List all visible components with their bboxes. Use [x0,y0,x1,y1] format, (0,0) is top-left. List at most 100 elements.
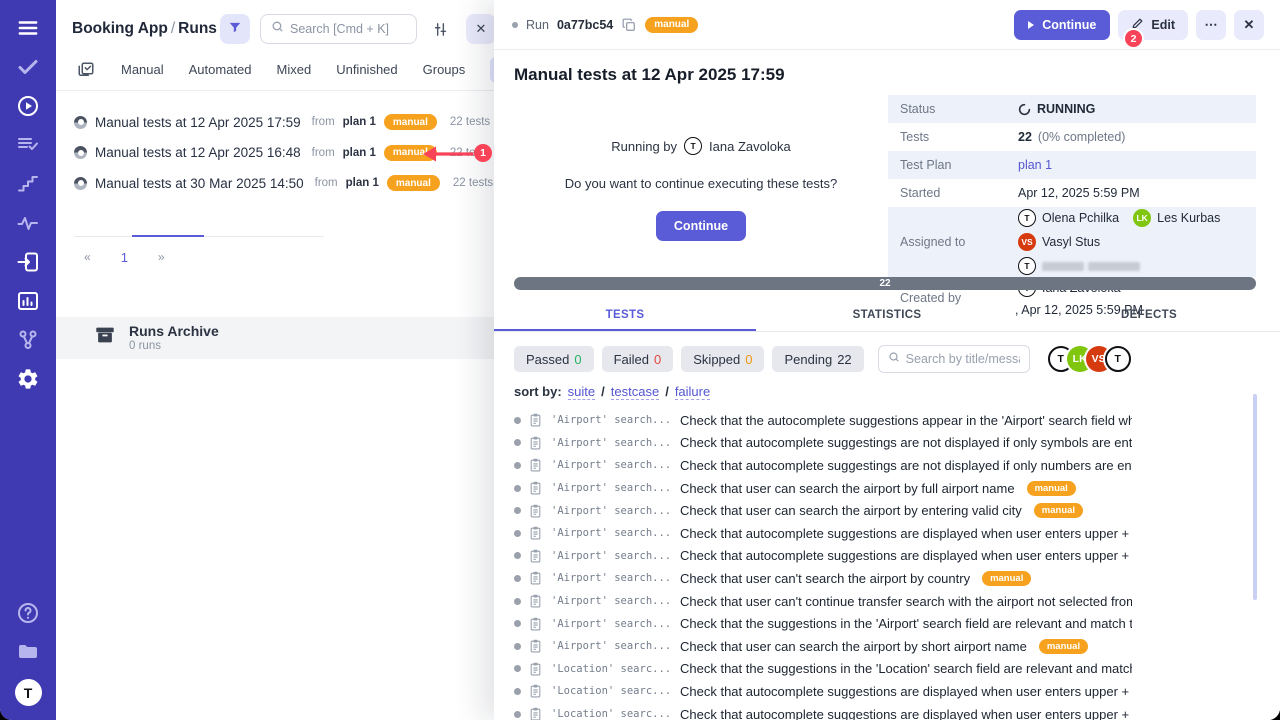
run-status-donut-icon [74,146,87,159]
detail-row-plan: Test Plan plan 1 [888,151,1256,179]
test-status-dot [514,530,521,537]
run-plan-link[interactable]: plan 1 [343,116,376,128]
test-status-dot [514,462,521,469]
progress-value: 22 [879,278,890,289]
filter-skipped[interactable]: Skipped0 [681,346,764,372]
test-title: Check that user can't continue transfer … [680,594,1132,609]
test-title: Check that the autocomplete suggestions … [680,413,1132,428]
page-next-button[interactable]: » [158,250,165,264]
integrations-branch-icon[interactable] [16,328,40,352]
tests-search-input[interactable] [906,352,1020,366]
help-icon[interactable] [16,601,40,625]
test-title: Check that autocomplete suggestions are … [680,526,1132,541]
projects-folder-icon[interactable] [16,640,40,664]
tab-automated[interactable]: Automated [189,62,252,77]
test-status-dot [514,688,521,695]
continue-prompt-button[interactable]: Continue [656,211,746,241]
run-status-donut-icon [74,116,87,129]
tests-completed: (0% completed) [1038,130,1126,144]
runs-play-circle-icon[interactable] [16,94,40,118]
avatar: T [1018,209,1036,227]
test-row[interactable]: 'Airport' search... Check that autocompl… [514,454,1132,477]
filter-passed[interactable]: Passed0 [514,346,594,372]
view-settings-sliders-icon[interactable] [427,16,453,42]
run-plan-link[interactable]: plan 1 [346,177,379,189]
tab-groups[interactable]: Groups [423,62,466,77]
test-title: Check that autocomplete suggestings are … [680,458,1132,473]
copy-icon[interactable] [621,17,637,33]
settings-gear-icon[interactable] [16,367,40,391]
tab-tests[interactable]: TESTS [494,301,756,331]
reports-chart-icon[interactable] [16,289,40,313]
filter-button[interactable] [220,14,250,44]
tab-mixed[interactable]: Mixed [277,62,312,77]
manual-badge: manual [387,175,440,191]
test-title: Check that the suggestions in the 'Airpo… [680,616,1132,631]
test-row[interactable]: 'Location' searc... Check that autocompl… [514,680,1132,703]
more-button[interactable]: ⋯ [1196,10,1226,40]
manual-badge: manual [1034,503,1083,518]
sort-by-suite[interactable]: suite [568,384,595,400]
menu-icon[interactable] [16,16,40,40]
import-icon[interactable] [16,250,40,274]
test-row[interactable]: 'Airport' search... Check that user can … [514,635,1132,658]
pagination-divider [74,236,324,237]
test-row[interactable]: 'Airport' search... Check that user can … [514,477,1132,500]
test-row[interactable]: 'Airport' search... Check that the sugge… [514,612,1132,635]
clipboard-icon [529,436,543,450]
clipboard-icon [529,549,543,563]
test-row[interactable]: 'Airport' search... Check that autocompl… [514,432,1132,455]
select-all-icon[interactable] [76,60,96,80]
page-prev-button[interactable]: « [84,250,91,264]
left-close-button[interactable]: ✕ [466,14,496,44]
test-list: 'Airport' search... Check that the autoc… [514,409,1132,720]
tests-search [878,345,1030,373]
continue-question: Do you want to continue executing these … [565,176,837,191]
test-status-dot [514,665,521,672]
page-1-button[interactable]: 1 [121,250,128,265]
test-row[interactable]: 'Airport' search... Check that the autoc… [514,409,1132,432]
search-input[interactable] [290,22,406,36]
test-plan-link[interactable]: plan 1 [1018,158,1052,172]
continue-prompt: Running by T Iana Zavoloka Do you want t… [514,95,888,271]
test-suite: 'Airport' search... [551,550,672,562]
test-row[interactable]: 'Airport' search... Check that autocompl… [514,522,1132,545]
test-row[interactable]: 'Location' searc... Check that the sugge… [514,658,1132,681]
annotation-arrow-1 [420,143,478,165]
test-title: Check that user can't search the airport… [680,571,970,586]
test-row[interactable]: 'Airport' search... Check that user can'… [514,590,1132,613]
breadcrumb-project[interactable]: Booking App [72,20,168,37]
scrollbar-thumb[interactable] [1253,394,1257,600]
tab-unfinished[interactable]: Unfinished [336,62,397,77]
sort-by-failure[interactable]: failure [675,384,710,400]
user-avatar[interactable]: T [15,679,42,706]
avatar: VS [1018,233,1036,251]
close-run-button[interactable]: ✕ [1234,10,1264,40]
clipboard-icon [529,571,543,585]
shared-steps-icon[interactable] [16,133,40,157]
test-suite: 'Airport' search... [551,595,672,607]
search-icon [271,20,284,38]
test-row[interactable]: 'Airport' search... Check that user can … [514,499,1132,522]
test-row[interactable]: 'Airport' search... Check that autocompl… [514,545,1132,568]
sort-by-testcase[interactable]: testcase [611,384,659,400]
filter-failed[interactable]: Failed0 [602,346,674,372]
activity-pulse-icon[interactable] [16,211,40,235]
tab-defects[interactable]: DEFECTS [1018,301,1280,331]
tab-manual[interactable]: Manual [121,62,164,77]
test-row[interactable]: 'Location' searc... Check that autocompl… [514,703,1132,720]
run-label: Run [526,18,549,32]
detail-row-started: Started Apr 12, 2025 5:59 PM [888,179,1256,207]
milestones-steps-icon[interactable] [16,172,40,196]
run-from-label: from [312,116,335,128]
annotation-badge-1: 1 [474,144,492,162]
avatar[interactable]: T [1105,346,1131,372]
tab-statistics[interactable]: STATISTICS [756,301,1018,331]
test-row[interactable]: 'Airport' search... Check that user can'… [514,567,1132,590]
test-cases-check-icon[interactable] [16,55,40,79]
running-by-label: Running by [611,139,677,154]
continue-button[interactable]: Continue [1014,10,1110,40]
manual-badge: manual [1027,481,1076,496]
filter-pending[interactable]: Pending22 [772,346,863,372]
run-plan-link[interactable]: plan 1 [343,147,376,159]
